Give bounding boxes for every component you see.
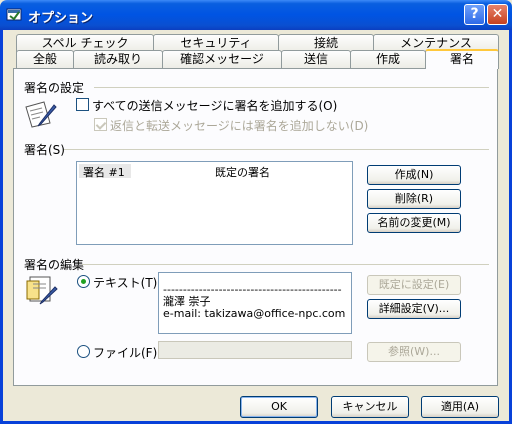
add-signature-checkbox[interactable] xyxy=(76,98,89,111)
text-option-label: テキスト(T) xyxy=(93,276,158,290)
signature-name[interactable]: 署名 #1 xyxy=(83,164,125,180)
separator xyxy=(94,87,489,88)
signature-edit-icon xyxy=(26,276,58,305)
signature-file-field[interactable] xyxy=(158,341,352,359)
signatures-heading: 署名(S) xyxy=(24,143,65,157)
settings-heading: 署名の設定 xyxy=(24,81,85,95)
no-reply-signature-label: 返信と転送メッセージには署名を追加しない(D) xyxy=(110,119,369,133)
signature-text-field[interactable]: ----------------------------------------… xyxy=(158,272,352,334)
browse-button[interactable]: 参照(W)... xyxy=(367,342,461,362)
tab-general[interactable]: 全般 xyxy=(16,50,74,69)
tab-send[interactable]: 送信 xyxy=(281,50,351,69)
help-icon: ? xyxy=(470,6,479,22)
options-window-icon xyxy=(6,8,22,21)
cancel-button[interactable]: キャンセル xyxy=(331,396,409,418)
default-signature-label: 既定の署名 xyxy=(215,166,270,179)
tab-read[interactable]: 読み取り xyxy=(73,50,163,69)
apply-button[interactable]: 適用(A) xyxy=(421,396,499,418)
tab-signatures[interactable]: 署名 xyxy=(425,49,499,69)
signature-pen-icon xyxy=(25,101,57,128)
tab-compose[interactable]: 作成 xyxy=(350,50,426,69)
no-reply-signature-checkbox[interactable] xyxy=(94,118,107,131)
add-signature-label: すべての送信メッセージに署名を追加する(O) xyxy=(92,99,338,113)
advanced-button[interactable]: 詳細設定(V)... xyxy=(367,299,461,319)
rename-signature-button[interactable]: 名前の変更(M) xyxy=(367,213,461,233)
separator xyxy=(64,149,489,150)
edit-heading: 署名の編集 xyxy=(24,258,85,272)
file-option-label: ファイル(F) xyxy=(93,346,158,360)
tab-receipts[interactable]: 確認メッセージ xyxy=(162,50,282,69)
signature-email-line: e-mail: takizawa@office-npc.com xyxy=(163,307,346,320)
window-title: オプション xyxy=(28,11,94,26)
remove-signature-button[interactable]: 削除(R) xyxy=(367,189,461,209)
new-signature-button[interactable]: 作成(N) xyxy=(367,165,461,185)
text-option-radio[interactable] xyxy=(77,275,90,288)
separator xyxy=(82,264,489,265)
help-button[interactable]: ? xyxy=(464,4,485,25)
signature-list[interactable]: 署名 #1 既定の署名 xyxy=(76,161,353,245)
close-icon: ✕ xyxy=(491,6,504,22)
close-button[interactable]: ✕ xyxy=(487,4,508,25)
signatures-panel: 署名の設定 すべての送信メッセージに署名を追加する(O) 返信と転送メッセージに… xyxy=(13,68,498,386)
set-default-button[interactable]: 既定に設定(E) xyxy=(367,275,461,295)
file-option-radio[interactable] xyxy=(77,345,90,358)
title-bar[interactable]: オプション ? ✕ xyxy=(0,0,512,30)
ok-button[interactable]: OK xyxy=(240,396,318,418)
